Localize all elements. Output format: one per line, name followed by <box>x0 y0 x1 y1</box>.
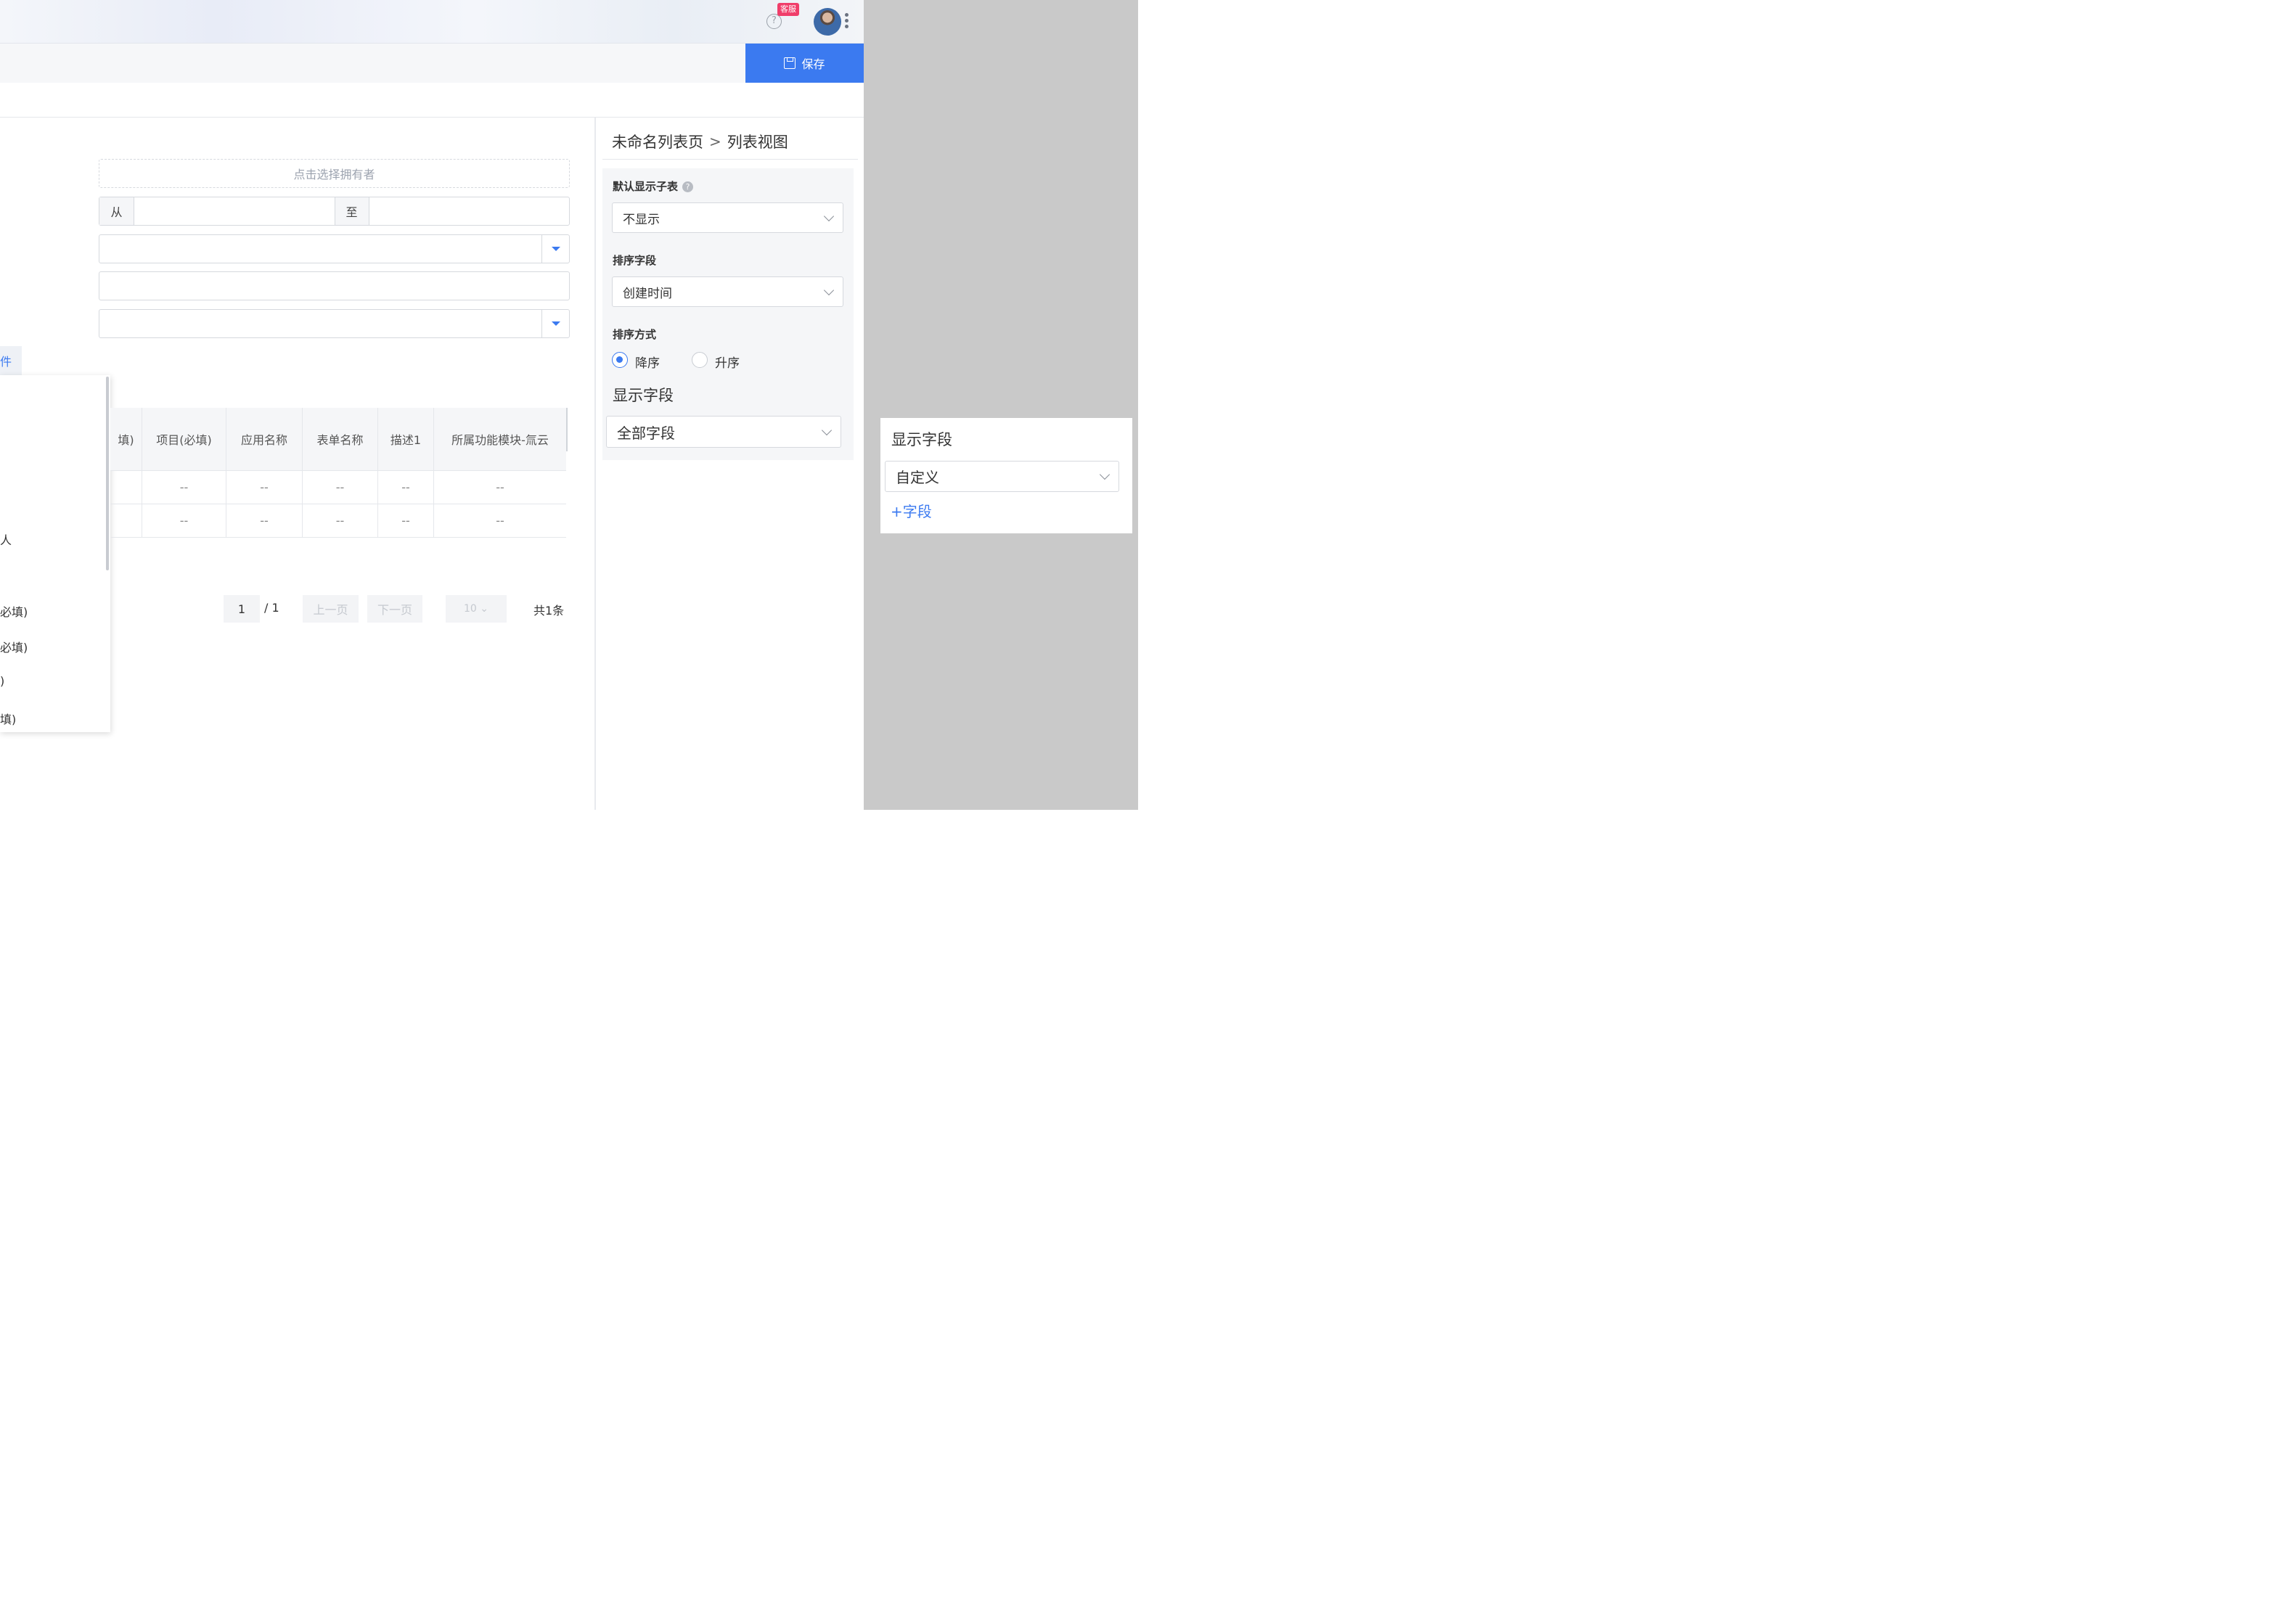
table-header-row: 填) 项目(必填) 应用名称 表单名称 描述1 所属功能模块-氚云 <box>110 408 566 471</box>
popup-title: 显示字段 <box>891 431 952 448</box>
breadcrumb-divider <box>602 159 858 160</box>
page-total: / 1 <box>264 601 279 615</box>
field-dropdown-panel <box>0 375 110 732</box>
toolbar <box>0 44 864 83</box>
prev-page-button[interactable]: 上一页 <box>303 595 359 623</box>
table-cell: -- <box>226 471 303 504</box>
popup-display-fields-select[interactable]: 自定义 <box>885 461 1119 492</box>
select-value: 不显示 <box>623 212 660 227</box>
dropdown-scrollbar[interactable] <box>106 377 109 570</box>
sub-bar <box>0 83 864 118</box>
chevron-down-icon <box>823 284 835 295</box>
table-cell: -- <box>378 471 434 504</box>
owner-select[interactable]: 点击选择拥有者 <box>99 159 570 188</box>
display-fields-select[interactable]: 全部字段 <box>606 416 841 448</box>
range-to-label: 至 <box>334 197 369 225</box>
sort-desc-label[interactable]: 降序 <box>635 353 660 371</box>
overlay-area <box>864 0 1138 810</box>
record-count: 共1条 <box>533 604 565 618</box>
select-value: 全部字段 <box>617 424 675 442</box>
save-button[interactable]: 保存 <box>745 44 864 83</box>
table-cell: -- <box>303 504 378 537</box>
column-header: 描述1 <box>378 408 434 470</box>
filter-select-2[interactable] <box>99 309 570 338</box>
sort-asc-label[interactable]: 升序 <box>715 353 740 371</box>
date-range-field: 从 至 <box>99 197 570 226</box>
chevron-down-icon <box>821 425 833 435</box>
sort-field-select[interactable]: 创建时间 <box>612 276 843 307</box>
table-cell <box>110 471 142 504</box>
caret-down-icon <box>551 321 560 326</box>
table-cell: -- <box>142 471 226 504</box>
help-icon[interactable]: ? <box>766 14 782 29</box>
sort-field-label: 排序字段 <box>613 254 657 267</box>
column-header: 填) <box>110 408 142 470</box>
range-to-input[interactable] <box>369 197 569 225</box>
default-subtable-select[interactable]: 不显示 <box>612 202 843 233</box>
dropdown-item[interactable]: ) <box>0 674 4 688</box>
next-page-button[interactable]: 下一页 <box>367 595 422 623</box>
table-scroll-edge <box>566 408 568 451</box>
display-fields-title: 显示字段 <box>613 387 674 404</box>
save-label: 保存 <box>801 57 825 71</box>
select-value: 创建时间 <box>623 286 672 301</box>
chevron-down-icon <box>823 210 835 221</box>
page-number-input[interactable]: 1 <box>224 595 260 623</box>
chevron-down-icon <box>1099 469 1111 480</box>
save-icon <box>784 57 796 69</box>
page-size-select[interactable]: 10 ⌄ <box>446 595 507 623</box>
question-icon[interactable]: ? <box>682 181 694 192</box>
column-header: 表单名称 <box>303 408 378 470</box>
select-value: 自定义 <box>896 469 939 486</box>
column-header: 应用名称 <box>226 408 303 470</box>
caret-down-icon <box>551 247 560 251</box>
range-from-label: 从 <box>99 197 134 225</box>
table-cell: -- <box>226 504 303 537</box>
table-cell: -- <box>142 504 226 537</box>
table-cell: -- <box>496 514 504 528</box>
data-table: 填) 项目(必填) 应用名称 表单名称 描述1 所属功能模块-氚云 -- -- … <box>110 408 566 538</box>
filter-select-1[interactable] <box>99 234 570 263</box>
breadcrumb-page[interactable]: 未命名列表页 <box>612 131 703 152</box>
range-from-input[interactable] <box>134 197 335 225</box>
table-cell: -- <box>378 504 434 537</box>
customer-service-badge[interactable]: 客服 <box>777 3 799 16</box>
component-tab[interactable]: 件 <box>0 346 22 375</box>
breadcrumb-separator: > <box>709 133 721 150</box>
dropdown-item[interactable]: 人 <box>0 530 12 548</box>
add-field-button[interactable]: +字段 <box>891 500 932 521</box>
more-vertical-icon[interactable] <box>843 12 849 32</box>
table-cell <box>110 504 142 537</box>
dropdown-item[interactable]: 填) <box>0 710 16 727</box>
top-header <box>0 0 864 44</box>
column-header: 项目(必填) <box>142 408 226 470</box>
sort-desc-radio[interactable] <box>612 352 628 368</box>
breadcrumb-view: 列表视图 <box>727 134 788 151</box>
dropdown-item[interactable]: 必填) <box>0 638 28 655</box>
filter-text-input[interactable] <box>99 271 570 300</box>
default-subtable-label: 默认显示子表? <box>613 179 694 194</box>
avatar[interactable] <box>814 8 841 36</box>
table-cell: -- <box>496 480 504 494</box>
sort-order-label: 排序方式 <box>613 328 657 341</box>
table-row[interactable]: -- -- -- -- -- <box>110 504 566 538</box>
table-cell: -- <box>303 471 378 504</box>
table-row[interactable]: -- -- -- -- -- <box>110 471 566 504</box>
panel-divider <box>594 118 596 810</box>
column-header: 所属功能模块-氚云 <box>451 433 549 447</box>
breadcrumb: 未命名列表页 > 列表视图 <box>612 131 788 152</box>
sort-asc-radio[interactable] <box>692 352 708 368</box>
dropdown-item[interactable]: 必填) <box>0 602 28 620</box>
